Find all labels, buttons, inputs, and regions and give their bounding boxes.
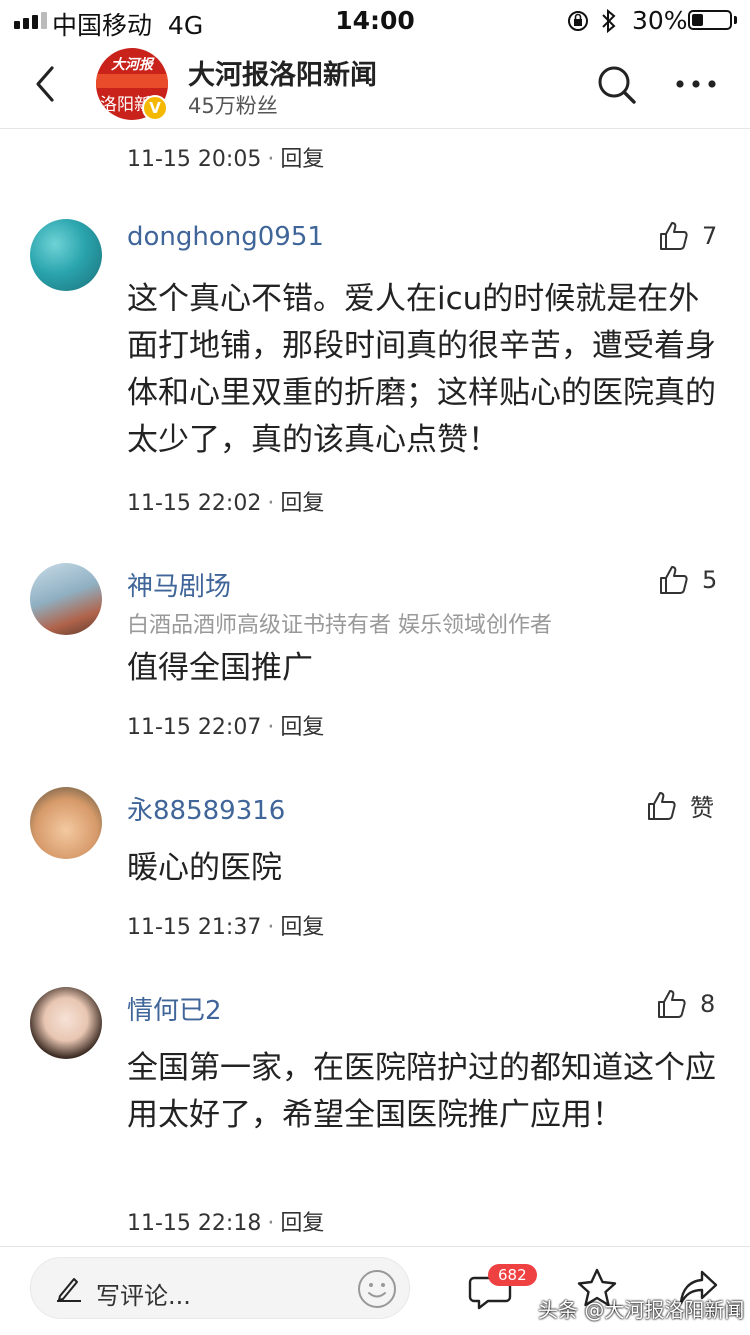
- follower-count: 45万粉丝: [188, 94, 278, 118]
- thumbs-up-icon: [648, 791, 676, 820]
- thumbs-up-icon: [660, 566, 688, 594]
- like-button[interactable]: 赞: [646, 788, 714, 823]
- comment-placeholder[interactable]: 写评论...: [96, 1276, 191, 1311]
- comment-text: 值得全国推广: [127, 650, 313, 686]
- comment-time: 11-15 22:07: [127, 715, 262, 740]
- like-button[interactable]: 5: [658, 564, 717, 596]
- comment-text: 暖心的医院: [127, 850, 282, 886]
- orientation-lock-icon: [568, 11, 588, 31]
- logo-text-top: 大河报: [111, 57, 153, 73]
- comment-text: 这个真心不错。爱人在icu的时候就是在外面打地铺，那段时间真的很辛苦，遭受着身体…: [127, 281, 716, 458]
- battery-tip: [734, 16, 737, 24]
- comment-time: 11-15 22:18: [127, 1211, 262, 1236]
- battery-percent: 30%: [632, 6, 688, 35]
- comment-username[interactable]: 永88589316: [127, 790, 285, 827]
- comment-time: 11-15 21:37: [127, 915, 262, 940]
- comment-username[interactable]: donghong0951: [127, 222, 324, 252]
- reply-button[interactable]: 回复: [280, 491, 324, 516]
- reply-button[interactable]: 回复: [280, 915, 324, 940]
- comment-meta: 11-15 22:18 · 回复: [127, 1211, 325, 1236]
- battery-icon: [688, 10, 732, 30]
- like-button[interactable]: 7: [658, 220, 717, 252]
- user-avatar[interactable]: [30, 219, 102, 291]
- like-count: 5: [702, 566, 718, 594]
- pencil-icon: [57, 1278, 81, 1302]
- comment-count-badge: 682: [488, 1264, 537, 1286]
- comment-meta: 11-15 22:07 · 回复: [127, 715, 325, 740]
- battery-level: [692, 14, 703, 26]
- account-name[interactable]: 大河报洛阳新闻: [188, 53, 377, 92]
- user-avatar[interactable]: [30, 563, 102, 635]
- bluetooth-icon: [602, 8, 616, 34]
- comment-meta: 11-15 22:02 · 回复: [127, 491, 325, 516]
- thumbs-up-icon: [660, 222, 688, 250]
- comment-meta: 11-15 20:05 · 回复: [127, 147, 325, 172]
- reply-button[interactable]: 回复: [280, 715, 324, 740]
- back-icon[interactable]: [30, 64, 60, 104]
- comment-text: 全国第一家，在医院陪护过的都知道这个应用太好了，希望全国医院推广应用！: [127, 1050, 716, 1133]
- comment-meta: 11-15 21:37 · 回复: [127, 915, 325, 940]
- thumbs-up-icon: [658, 990, 686, 1018]
- search-icon[interactable]: [596, 64, 638, 106]
- like-count: 7: [702, 222, 718, 250]
- reply-button[interactable]: 回复: [280, 1211, 324, 1236]
- like-label: 赞: [690, 794, 714, 822]
- comment-input[interactable]: [30, 1257, 410, 1319]
- logo-band: [96, 74, 168, 88]
- comment-username[interactable]: 神马剧场: [127, 566, 231, 603]
- more-icon[interactable]: [674, 78, 718, 90]
- user-avatar[interactable]: [30, 787, 102, 859]
- like-count: 8: [700, 990, 716, 1018]
- comment-time: 11-15 22:02: [127, 491, 262, 516]
- emoji-icon[interactable]: [356, 1268, 398, 1310]
- reply-button[interactable]: 回复: [280, 147, 324, 172]
- user-avatar[interactable]: [30, 987, 102, 1059]
- comment-time: 11-15 20:05: [127, 147, 262, 172]
- watermark: 头条 @大河报洛阳新闻: [538, 1298, 745, 1322]
- like-button[interactable]: 8: [656, 988, 715, 1020]
- comment-username[interactable]: 情何已2: [127, 990, 222, 1027]
- status-bar: 中国移动 4G 14:00 30%: [0, 0, 750, 42]
- verified-badge-icon: V: [142, 95, 168, 121]
- user-tag: 白酒品酒师高级证书持有者 娱乐领域创作者: [127, 613, 552, 638]
